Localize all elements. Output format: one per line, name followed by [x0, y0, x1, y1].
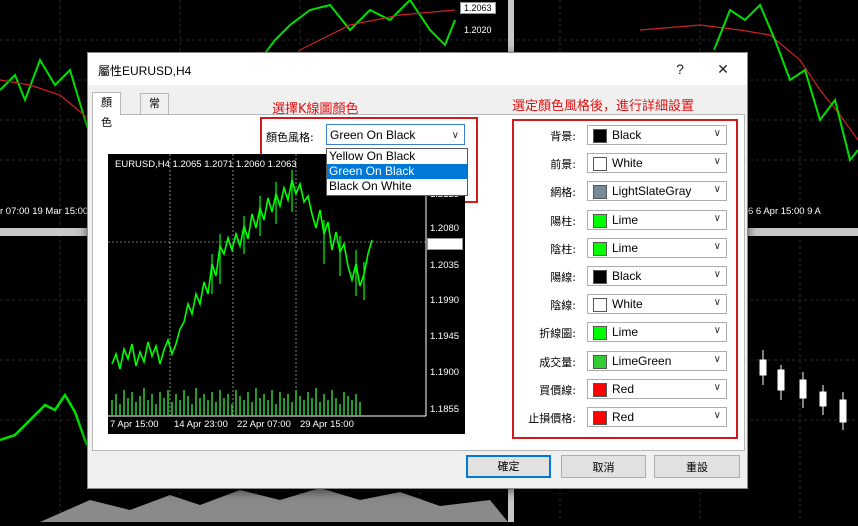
color-scheme-value: Green On Black: [330, 128, 416, 142]
chevron-down-icon: ∨: [713, 354, 721, 365]
scheme-option-black-on-white[interactable]: Black On White: [327, 179, 467, 194]
color-select[interactable]: LimeGreen ∨: [587, 351, 727, 371]
color-name: Red: [612, 410, 635, 424]
chevron-down-icon: ∨: [713, 269, 721, 280]
preview-price-tick: 1.1855: [430, 404, 460, 415]
color-swatch-icon: [593, 326, 607, 340]
color-name: LimeGreen: [612, 354, 672, 368]
cancel-button[interactable]: 取消: [561, 455, 646, 478]
preview-time-tick: 22 Apr 07:00: [237, 419, 291, 430]
chevron-down-icon: ∨: [713, 241, 721, 252]
color-swatch-icon: [593, 242, 607, 256]
preview-price-tick: 1.2080: [430, 223, 460, 234]
color-row-label: 成交量:: [539, 356, 576, 369]
color-swatch-icon: [593, 129, 607, 143]
chevron-down-icon: ∨: [713, 297, 721, 308]
color-name: Lime: [612, 213, 639, 227]
preview-price-tick: 1.2035: [430, 260, 460, 271]
chevron-down-icon: ∨: [713, 410, 721, 421]
color-row-label: 網格:: [550, 186, 576, 199]
color-select[interactable]: Black ∨: [587, 266, 727, 286]
preview-price-tick: 1.1945: [430, 331, 460, 342]
reset-button[interactable]: 重設: [654, 455, 740, 478]
help-button[interactable]: ?: [665, 57, 695, 81]
color-row-label: 陰線:: [550, 299, 576, 312]
preview-time-tick: 7 Apr 15:00: [110, 419, 159, 430]
chevron-down-icon: ∨: [713, 325, 721, 336]
color-swatch-icon: [593, 214, 607, 228]
color-name: White: [612, 156, 643, 170]
color-select[interactable]: Lime ∨: [587, 238, 727, 258]
annotation-right-title: 選定顏色風格後，進行詳細設置: [512, 99, 695, 114]
chevron-down-icon: ∨: [713, 128, 721, 139]
preview-price-tick: 1.1900: [430, 367, 460, 378]
color-select[interactable]: LightSlateGray ∨: [587, 181, 727, 201]
color-name: White: [612, 297, 643, 311]
tab-common[interactable]: 常規: [140, 93, 169, 130]
chart-preview: EURUSD,H4 1.2065 1.2071 1.2060 1.2063 1.…: [108, 154, 465, 434]
preview-header: EURUSD,H4 1.2065 1.2071 1.2060 1.2063: [115, 159, 297, 170]
color-swatch-icon: [593, 298, 607, 312]
chevron-down-icon: ∨: [713, 156, 721, 167]
color-swatch-icon: [593, 355, 607, 369]
color-row-label: 陽線:: [550, 271, 576, 284]
preview-time-tick: 29 Apr 15:00: [300, 419, 354, 430]
properties-dialog: 屬性EURUSD,H4 ? ✕ 顏色 常規 選擇K線圖顏色 選定顏色風格後，進行…: [87, 52, 748, 489]
chevron-down-icon: ∨: [713, 184, 721, 195]
color-select[interactable]: Red ∨: [587, 407, 727, 427]
color-name: Lime: [612, 325, 639, 339]
bg-right-dates: 6 6 Apr 15:00 9 A: [748, 206, 821, 217]
bg-price-current: 1.2063: [460, 2, 496, 14]
color-row-label: 陰柱:: [550, 243, 576, 256]
color-scheme-label: 顏色風格:: [266, 131, 314, 144]
color-swatch-icon: [593, 270, 607, 284]
color-select[interactable]: White ∨: [587, 294, 727, 314]
bg-price-tick: 1.2020: [464, 25, 492, 35]
color-row-label: 陽柱:: [550, 215, 576, 228]
color-name: Black: [612, 128, 642, 142]
chevron-down-icon: ∨: [451, 130, 459, 141]
preview-current-price: 1.2063: [427, 238, 463, 250]
color-select[interactable]: Black ∨: [587, 125, 727, 145]
color-name: Red: [612, 382, 635, 396]
preview-price-tick: 1.1990: [430, 295, 460, 306]
color-scheme-dropdown: Yellow On Black Green On Black Black On …: [326, 148, 468, 196]
color-swatch-icon: [593, 383, 607, 397]
color-name: LightSlateGray: [612, 184, 692, 198]
dialog-title: 屬性EURUSD,H4: [98, 64, 192, 78]
color-name: Black: [612, 269, 642, 283]
color-select[interactable]: Lime ∨: [587, 322, 727, 342]
color-select[interactable]: Lime ∨: [587, 210, 727, 230]
color-swatch-icon: [593, 157, 607, 171]
color-select[interactable]: White ∨: [587, 153, 727, 173]
color-swatch-icon: [593, 185, 607, 199]
color-name: Lime: [612, 241, 639, 255]
ok-button[interactable]: 確定: [466, 455, 551, 478]
annotation-left-title: 選擇K線圖顏色: [272, 102, 359, 117]
color-row-label: 買價線:: [539, 384, 576, 397]
color-row-label: 止損價格:: [528, 412, 576, 425]
tab-colors[interactable]: 顏色: [92, 92, 121, 129]
bg-left-dates: r 07:00 19 Mar 15:00: [0, 206, 89, 217]
color-swatch-icon: [593, 411, 607, 425]
preview-time-tick: 14 Apr 23:00: [174, 419, 228, 430]
color-row-label: 折線圖:: [539, 327, 576, 340]
scheme-option-yellow-on-black[interactable]: Yellow On Black: [327, 149, 467, 164]
chevron-down-icon: ∨: [713, 382, 721, 393]
color-row-label: 前景:: [550, 158, 576, 171]
color-row-label: 背景:: [550, 130, 576, 143]
color-select[interactable]: Red ∨: [587, 379, 727, 399]
scheme-option-green-on-black[interactable]: Green On Black: [327, 164, 467, 179]
dialog-titlebar[interactable]: 屬性EURUSD,H4 ? ✕: [88, 53, 747, 85]
color-scheme-select[interactable]: Green On Black ∨: [326, 124, 465, 145]
chevron-down-icon: ∨: [713, 213, 721, 224]
close-button[interactable]: ✕: [708, 57, 738, 81]
preview-chart-canvas: [108, 154, 427, 417]
